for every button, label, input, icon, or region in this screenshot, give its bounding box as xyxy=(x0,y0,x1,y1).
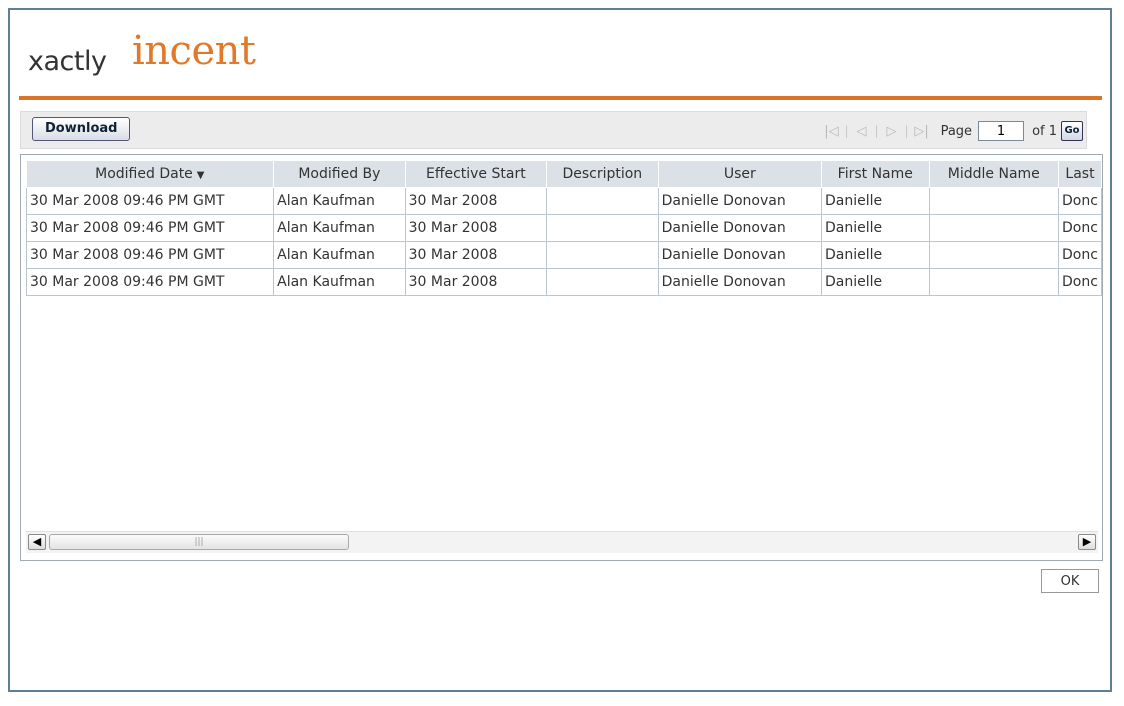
column-header-user[interactable]: User xyxy=(658,161,822,188)
page-number-input[interactable] xyxy=(978,121,1025,141)
page-count-label: of 1 xyxy=(1032,123,1057,139)
cell-modified-date: 30 Mar 2008 09:46 PM GMT xyxy=(25,268,275,296)
cell-user: Danielle Donovan xyxy=(657,214,822,242)
cell-last-name: Donc xyxy=(1058,268,1102,296)
cell-first-name: Danielle xyxy=(820,214,930,242)
table-row[interactable]: 30 Mar 2008 09:46 PM GMT Alan Kaufman 30… xyxy=(25,187,1102,215)
column-header-middle-name[interactable]: Middle Name xyxy=(929,161,1060,188)
column-header-effective-start[interactable]: Effective Start xyxy=(405,161,548,188)
cell-description xyxy=(546,268,659,296)
scroll-right-icon[interactable]: ▶ xyxy=(1078,534,1096,550)
ok-button[interactable]: OK xyxy=(1041,569,1099,593)
cell-effective-start: 30 Mar 2008 xyxy=(404,268,548,296)
first-page-icon[interactable]: |◁ xyxy=(818,124,844,139)
cell-first-name: Danielle xyxy=(820,241,930,269)
go-button[interactable]: Go xyxy=(1061,121,1083,141)
column-header-modified-by[interactable]: Modified By xyxy=(273,161,406,188)
cell-middle-name xyxy=(928,241,1060,269)
logo-text-xactly: xactly xyxy=(28,46,107,77)
sort-desc-icon: ▼ xyxy=(196,170,205,181)
cell-description xyxy=(546,187,659,215)
cell-modified-date: 30 Mar 2008 09:46 PM GMT xyxy=(25,241,275,269)
horizontal-scrollbar[interactable]: ◀ ||| ▶ xyxy=(26,531,1098,553)
column-header-modified-date[interactable]: Modified Date ▼ xyxy=(26,161,275,188)
table-header-row: Modified Date ▼ Modified By Effective Sta… xyxy=(26,161,1102,188)
next-page-icon[interactable]: ▷ xyxy=(879,124,905,139)
column-header-label: Modified Date xyxy=(95,166,193,182)
cell-effective-start: 30 Mar 2008 xyxy=(404,187,548,215)
column-header-description[interactable]: Description xyxy=(546,161,659,188)
page-label: Page xyxy=(940,123,973,139)
cell-last-name: Donc xyxy=(1058,241,1102,269)
cell-modified-by: Alan Kaufman xyxy=(273,214,406,242)
cell-modified-by: Alan Kaufman xyxy=(273,268,406,296)
cell-modified-by: Alan Kaufman xyxy=(273,241,406,269)
column-header-last-name[interactable]: Last xyxy=(1058,161,1102,188)
cell-modified-date: 30 Mar 2008 09:46 PM GMT xyxy=(25,187,275,215)
table-row[interactable]: 30 Mar 2008 09:46 PM GMT Alan Kaufman 30… xyxy=(25,214,1102,242)
scroll-left-icon[interactable]: ◀ xyxy=(28,534,46,550)
cell-first-name: Danielle xyxy=(820,187,930,215)
cell-user: Danielle Donovan xyxy=(657,187,822,215)
scrollbar-thumb[interactable]: ||| xyxy=(49,534,349,550)
header-divider xyxy=(19,96,1102,100)
download-button[interactable]: Download xyxy=(32,117,131,141)
table-row[interactable]: 30 Mar 2008 09:46 PM GMT Alan Kaufman 30… xyxy=(25,241,1102,269)
cell-middle-name xyxy=(928,268,1060,296)
cell-modified-date: 30 Mar 2008 09:46 PM GMT xyxy=(25,214,275,242)
cell-last-name: Donc xyxy=(1058,187,1102,215)
prev-page-icon[interactable]: ◁ xyxy=(848,124,874,139)
cell-modified-by: Alan Kaufman xyxy=(273,187,406,215)
cell-first-name: Danielle xyxy=(820,268,930,296)
logo-text-incent: incent xyxy=(132,28,256,74)
cell-last-name: Donc xyxy=(1058,214,1102,242)
cell-user: Danielle Donovan xyxy=(657,268,822,296)
table-row[interactable]: 30 Mar 2008 09:46 PM GMT Alan Kaufman 30… xyxy=(25,268,1102,296)
pagination: |◁ | ◁ | ▷ | ▷| Page of 1 Go xyxy=(818,119,1083,143)
cell-user: Danielle Donovan xyxy=(657,241,822,269)
audit-grid: Modified Date ▼ Modified By Effective Sta… xyxy=(20,154,1103,561)
toolbar: Download |◁ | ◁ | ▷ | ▷| Page of 1 Go xyxy=(20,111,1087,149)
last-page-icon[interactable]: ▷| xyxy=(909,124,935,139)
cell-description xyxy=(546,241,659,269)
cell-middle-name xyxy=(928,214,1060,242)
cell-description xyxy=(546,214,659,242)
column-header-first-name[interactable]: First Name xyxy=(821,161,930,188)
cell-effective-start: 30 Mar 2008 xyxy=(404,214,548,242)
audit-table: Modified Date ▼ Modified By Effective Sta… xyxy=(25,161,1102,296)
cell-effective-start: 30 Mar 2008 xyxy=(404,241,548,269)
cell-middle-name xyxy=(928,187,1060,215)
